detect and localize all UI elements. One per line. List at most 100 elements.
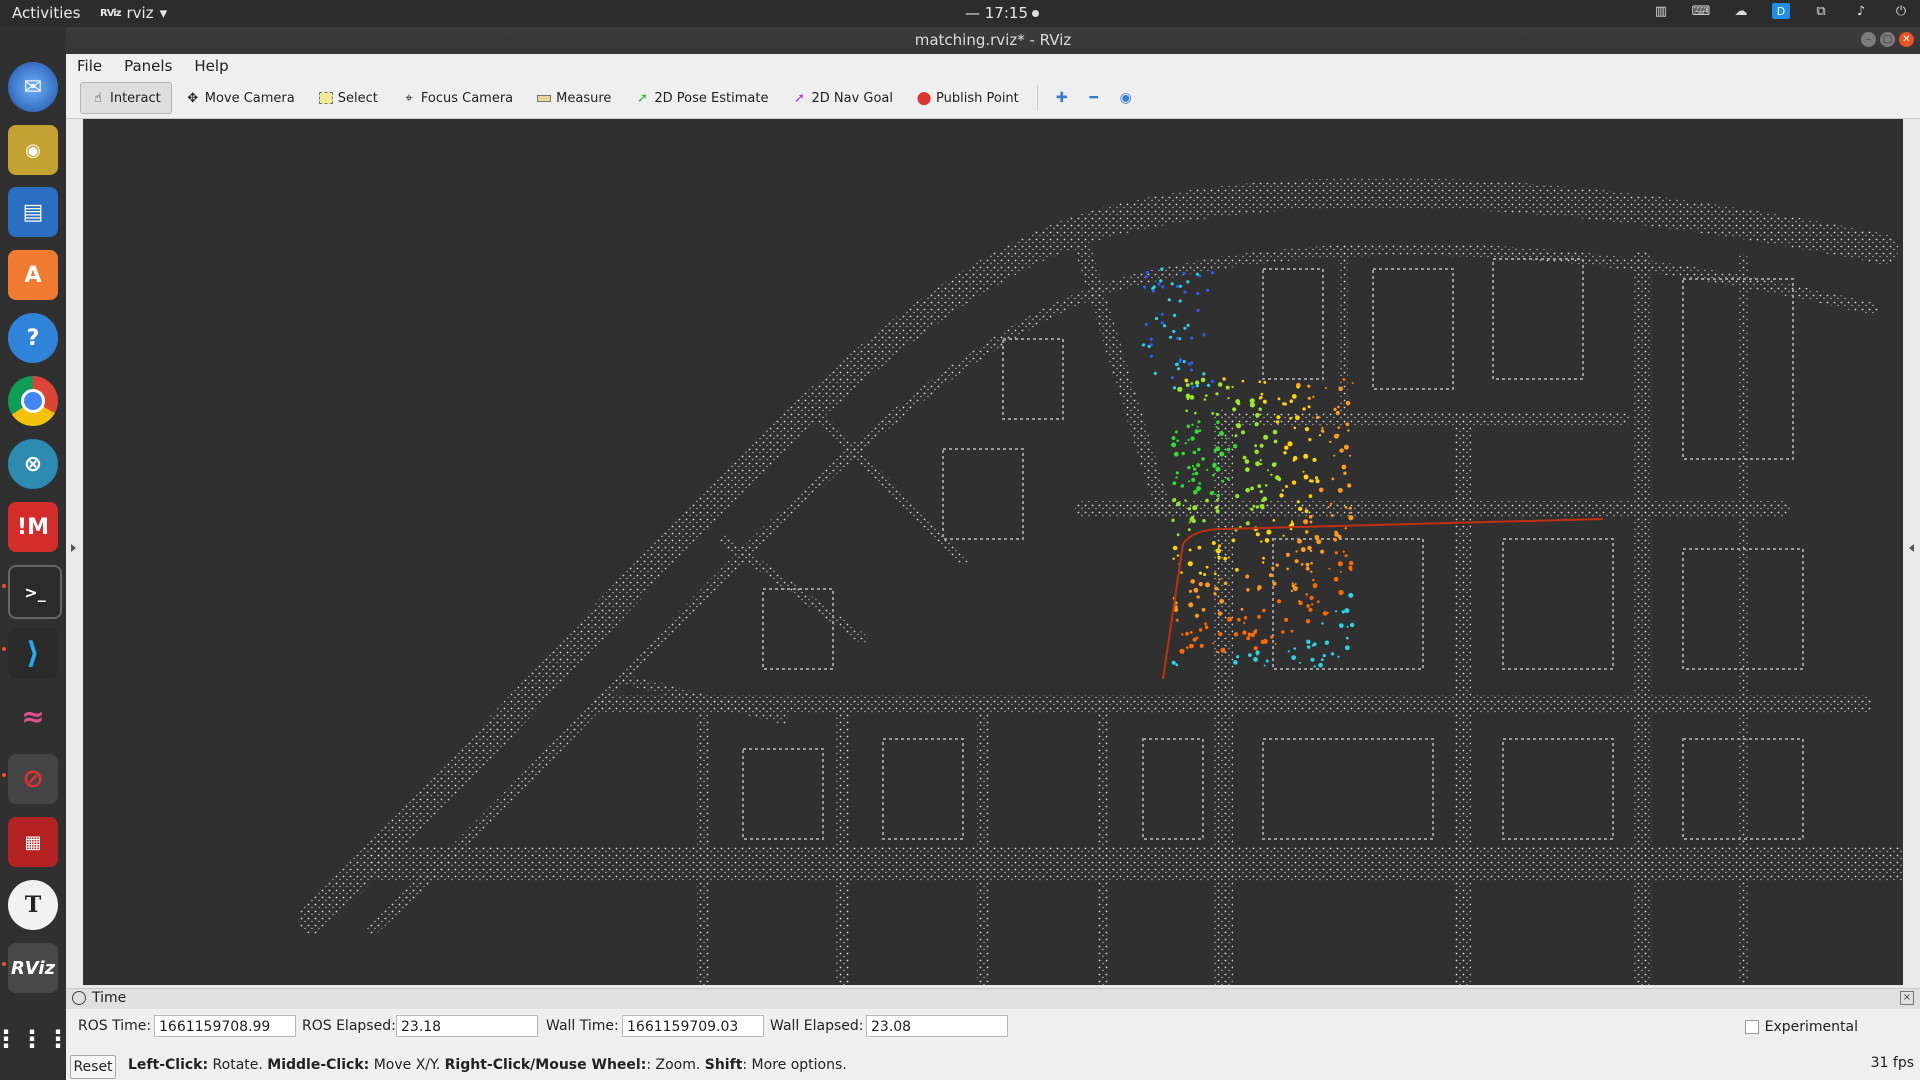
cloud-icon[interactable]: ☁	[1732, 3, 1750, 19]
writer-icon[interactable]: ▤	[8, 187, 58, 237]
volume-icon[interactable]: ♪	[1852, 3, 1870, 19]
rviz-icon[interactable]: RViz	[8, 943, 58, 993]
terminal-icon[interactable]: >_	[8, 565, 62, 619]
scan-point	[1236, 655, 1240, 659]
kdenlive-icon[interactable]: ≈	[8, 691, 58, 741]
scan-point	[1160, 312, 1164, 316]
activities-button[interactable]: Activities	[12, 4, 80, 22]
scan-point	[1219, 451, 1225, 457]
scan-point	[1215, 412, 1219, 416]
scan-point	[1338, 589, 1344, 596]
scan-point	[1326, 611, 1329, 614]
reset-button[interactable]: Reset	[70, 1055, 116, 1079]
scan-point	[1221, 479, 1225, 483]
vscode-icon[interactable]: ⟩	[8, 628, 58, 678]
scan-point	[1262, 556, 1265, 560]
scan-point	[1329, 440, 1332, 444]
publish-point-tool-button[interactable]: ⬤ Publish Point	[907, 83, 1029, 113]
maximize-icon[interactable]: □	[1880, 32, 1895, 47]
select-tool-button[interactable]: Select	[309, 83, 388, 113]
dropbox-icon[interactable]: D	[1772, 3, 1790, 19]
focus-camera-tool-button[interactable]: ⌖ Focus Camera	[392, 83, 523, 113]
scan-point	[1187, 362, 1191, 366]
scan-point	[1257, 484, 1262, 488]
right-panel-toggle[interactable]	[1903, 119, 1920, 985]
scan-point	[1218, 578, 1221, 581]
ros-elapsed-field[interactable]: 23.18	[396, 1015, 538, 1037]
scan-point	[1321, 430, 1325, 433]
move-camera-label: Move Camera	[204, 90, 295, 106]
scan-point	[1259, 463, 1263, 466]
keyboard-icon[interactable]: ⌨	[1692, 3, 1711, 19]
rhythmbox-icon[interactable]: ◉	[8, 125, 58, 175]
clock[interactable]: — 17:15	[965, 4, 1039, 22]
scan-point	[1190, 579, 1195, 584]
scan-point	[1336, 433, 1340, 437]
chrome-icon[interactable]	[8, 376, 58, 426]
ros-time-field[interactable]: 1661159708.99	[154, 1015, 296, 1037]
menu-panels[interactable]: Panels	[113, 54, 183, 78]
scan-point	[1331, 652, 1335, 656]
scan-point	[1192, 473, 1195, 476]
tool-properties-icon[interactable]: ◉	[1114, 86, 1138, 110]
crossover-icon[interactable]: ⊗	[8, 439, 58, 489]
scan-point	[1196, 425, 1199, 428]
network-icon[interactable]: ⧉	[1812, 3, 1830, 19]
nav-goal-tool-button[interactable]: ➚ 2D Nav Goal	[782, 83, 903, 113]
software-center-icon[interactable]: A	[8, 250, 58, 300]
wall-elapsed-field[interactable]: 23.08	[866, 1015, 1008, 1037]
interact-tool-button[interactable]: ☝ Interact	[80, 82, 172, 114]
wall-time-field[interactable]: 1661159709.03	[622, 1015, 764, 1037]
move-camera-tool-button[interactable]: ✥ Move Camera	[176, 83, 305, 113]
3d-viewport[interactable]	[83, 119, 1903, 985]
scan-point	[1295, 550, 1298, 553]
scan-point	[1216, 420, 1220, 425]
scan-point	[1314, 476, 1319, 480]
measure-tool-button[interactable]: Measure	[527, 83, 621, 113]
scan-point	[1216, 493, 1220, 498]
ruler-icon	[537, 91, 552, 105]
scan-point	[1175, 663, 1179, 667]
close-icon[interactable]: ✕	[1899, 32, 1914, 47]
minimize-icon[interactable]: –	[1861, 32, 1876, 47]
scan-point	[1198, 482, 1202, 485]
scan-point	[1275, 563, 1279, 567]
scan-point	[1240, 607, 1244, 611]
app-menu[interactable]: RViz rviz ▾	[100, 4, 167, 22]
thunderbird-icon[interactable]: ✉	[8, 62, 58, 112]
show-apps-icon[interactable]: ⋮⋮⋮	[0, 1014, 70, 1064]
expand-right-icon	[1909, 544, 1914, 552]
scan-point	[1337, 561, 1343, 567]
help-icon[interactable]: ?	[8, 313, 58, 363]
scan-point	[1192, 506, 1195, 509]
pose-estimate-tool-button[interactable]: ➚ 2D Pose Estimate	[625, 83, 778, 113]
power-icon[interactable]: ⏻	[1892, 3, 1910, 19]
meld-icon[interactable]: !M	[8, 502, 58, 552]
remove-tool-icon[interactable]: ━	[1082, 86, 1106, 110]
scan-point	[1246, 588, 1250, 592]
red-game-icon[interactable]: ▦	[8, 817, 58, 867]
scan-point	[1337, 655, 1340, 658]
system-tray: ▥ ⌨ ☁ D ⧉ ♪ ⏻	[1652, 3, 1910, 19]
window-list-icon[interactable]: ▥	[1652, 3, 1670, 19]
left-panel-toggle[interactable]	[66, 119, 83, 985]
title-bar[interactable]: matching.rviz* - RViz – □ ✕	[66, 27, 1920, 54]
scan-point	[1282, 402, 1286, 406]
blocked-app-icon[interactable]: ⊘	[8, 754, 58, 804]
menu-file[interactable]: File	[66, 54, 113, 78]
scan-point	[1258, 397, 1262, 400]
scan-point	[1284, 445, 1289, 450]
scan-point	[1333, 576, 1339, 582]
typora-icon[interactable]: T	[8, 880, 58, 930]
experimental-checkbox[interactable]: Experimental	[1744, 1019, 1858, 1035]
scan-point	[1254, 422, 1259, 427]
scan-point	[1187, 438, 1190, 442]
hint-move: Move X/Y.	[369, 1057, 445, 1073]
scan-point	[1190, 336, 1194, 340]
select-box-icon	[318, 91, 333, 105]
menu-help[interactable]: Help	[183, 54, 239, 78]
add-tool-icon[interactable]: ✚	[1050, 86, 1074, 110]
scan-point	[1245, 467, 1250, 472]
scan-point	[1203, 573, 1207, 576]
close-panel-icon[interactable]: ×	[1900, 991, 1914, 1005]
